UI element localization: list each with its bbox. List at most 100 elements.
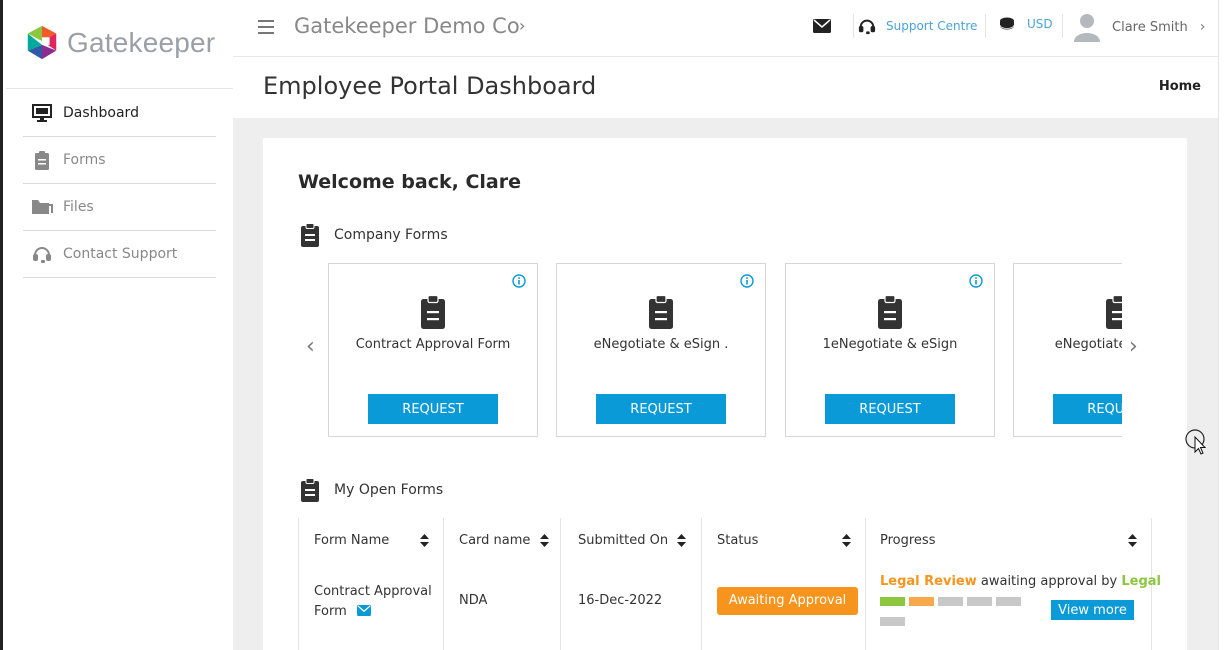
form-tile: Contract Approval Form REQUEST [328,263,538,437]
nav-divider [6,88,236,89]
column-status: Status Awaiting Approval [702,518,866,650]
clipboard-icon [301,223,319,247]
company-forms-carousel: Contract Approval Form REQUEST eNegotiat… [328,263,1122,438]
status-badge: Awaiting Approval [717,587,858,615]
info-icon[interactable] [969,274,983,288]
monitor-icon [31,102,53,124]
folder-icon [31,196,53,218]
progress-step-pending [967,597,992,606]
column-header[interactable]: Form Name [314,533,389,548]
column-header[interactable]: Card name [459,533,530,548]
column-header[interactable]: Progress [880,533,935,548]
column-header[interactable]: Status [717,533,758,548]
carousel-prev-icon[interactable]: ‹ [306,334,315,359]
view-more-button[interactable]: View more [1051,600,1134,620]
coins-icon [999,17,1015,30]
brand-logo[interactable]: Gatekeeper [23,22,215,64]
column-form-name: Form Name Contract Approval Form [298,518,444,650]
gatekeeper-logo-icon [27,25,57,60]
clipboard-icon [421,295,445,329]
form-tile-name: 1eNegotiate & eSign [822,337,958,352]
table-cell-card-name: NDA [459,593,488,608]
column-header[interactable]: Submitted On [578,533,668,548]
top-bar: Gatekeeper Demo Co › Support Centre USD … [233,0,1218,57]
sidebar-nav: Dashboard Forms Files Contact Support [23,90,216,278]
mail-icon[interactable] [356,605,371,616]
progress-middle: awaiting approval by [976,574,1122,589]
progress-step-current [909,597,934,606]
info-icon[interactable] [512,274,526,288]
mouse-cursor-icon [1185,429,1207,455]
progress-step-pending [880,617,905,626]
form-tile-name: Contract Approval Form [355,337,511,352]
sort-icon[interactable] [1128,534,1137,547]
headset-icon [858,19,876,35]
clipboard-icon [1106,295,1122,329]
info-icon[interactable] [740,274,754,288]
avatar [1074,14,1100,42]
user-menu[interactable]: Clare Smith › [1074,12,1205,42]
form-tile: eNegotiate & eSign . REQUEST [556,263,766,437]
my-open-forms-heading: My Open Forms [300,478,443,502]
my-open-forms-title: My Open Forms [334,482,444,498]
progress-step-done [880,597,905,606]
currency-selector[interactable]: USD [999,17,1053,31]
column-submitted-on: Submitted On 16-Dec-2022 [561,518,702,650]
sidebar-item-label: Forms [63,152,106,168]
brand-name: Gatekeeper [67,27,216,58]
scrollbar[interactable] [1218,0,1226,650]
progress-approver: Legal [1121,574,1161,589]
progress-step-pending [996,597,1021,606]
sort-icon[interactable] [842,534,851,547]
company-name[interactable]: Gatekeeper Demo Co [294,14,520,38]
page-header: Employee Portal Dashboard Home [233,57,1218,118]
divider [853,14,854,38]
chevron-right-icon: › [1199,19,1206,35]
divider [1062,14,1063,38]
clipboard-icon [301,478,319,502]
sidebar-item-label: Contact Support [63,246,178,262]
form-tile-name: eNegotiate & eSign . [593,337,729,352]
column-progress: Progress Legal Review awaiting approval … [866,518,1161,650]
breadcrumb-home[interactable]: Home [1159,79,1201,94]
request-button[interactable]: REQUEST [825,394,955,424]
form-tile: 1eNegotiate & eSign REQUEST [785,263,995,437]
menu-toggle-icon[interactable] [258,20,274,34]
sort-icon[interactable] [677,534,686,547]
sidebar-item-files[interactable]: Files [23,184,216,231]
column-card-name: Card name NDA [444,518,561,650]
support-centre-link[interactable]: Support Centre [858,17,977,35]
sidebar-item-label: Dashboard [63,105,139,121]
request-button[interactable]: REQUEST [368,394,498,424]
welcome-heading: Welcome back, Clare [298,171,521,193]
divider [985,14,986,38]
table-cell-submitted-on: 16-Dec-2022 [578,593,663,608]
user-name: Clare Smith [1112,19,1188,35]
clipboard-icon [878,295,902,329]
progress-step-pending [938,597,963,606]
sidebar-item-contact-support[interactable]: Contact Support [23,231,216,278]
clipboard-icon [649,295,673,329]
headset-icon [31,243,53,265]
support-centre-label: Support Centre [886,19,978,33]
carousel-next-icon[interactable]: › [1129,334,1138,359]
chevron-right-icon[interactable]: › [519,16,525,35]
page-title: Employee Portal Dashboard [263,72,597,100]
sort-icon[interactable] [540,534,549,547]
request-button[interactable]: REQUEST [1053,394,1122,424]
sidebar-item-label: Files [63,199,94,215]
mail-icon[interactable] [813,19,831,33]
company-forms-heading: Company Forms [300,223,448,247]
progress-description: Legal Review awaiting approval by Legal [880,574,1161,589]
currency-label: USD [1027,17,1053,31]
progress-stage: Legal Review [880,574,977,589]
form-tile-name: eNegotiate & eSign [1054,337,1122,352]
table-cell-form-name[interactable]: Contract Approval Form [314,582,439,622]
form-tile: eNegotiate & eSign REQUEST [1013,263,1122,437]
sort-icon[interactable] [420,534,429,547]
company-forms-title: Company Forms [334,227,448,243]
clipboard-icon [31,149,53,171]
sidebar-item-forms[interactable]: Forms [23,137,216,184]
request-button[interactable]: REQUEST [596,394,726,424]
sidebar-item-dashboard[interactable]: Dashboard [23,90,216,137]
